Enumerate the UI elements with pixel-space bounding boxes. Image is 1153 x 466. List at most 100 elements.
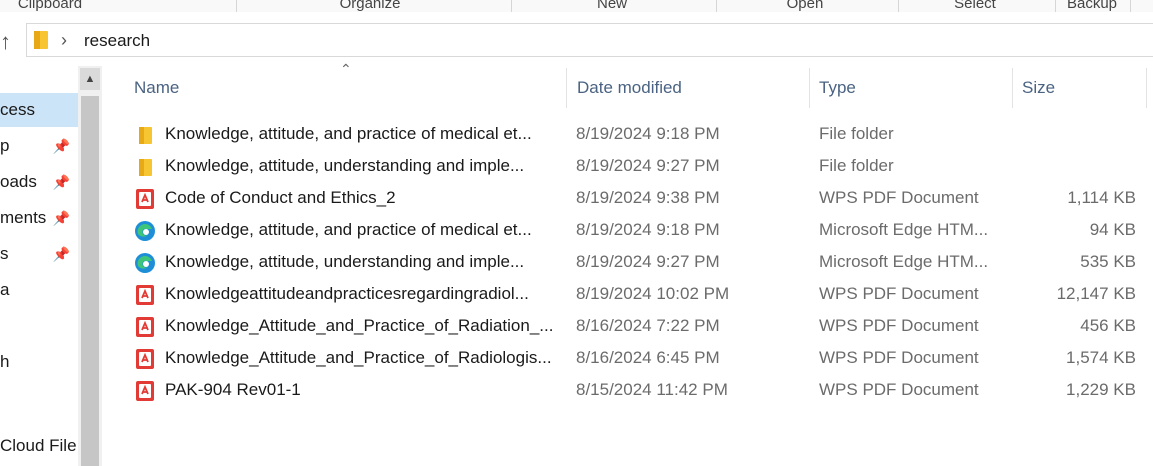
file-name: Knowledgeattitudeandpracticesregardingra… <box>165 284 529 303</box>
file-name: Knowledge, attitude, understanding and i… <box>165 156 525 175</box>
file-name: Knowledge, attitude, and practice of med… <box>165 220 532 239</box>
sort-ascending-icon: ⌃ <box>340 61 352 77</box>
file-type: WPS PDF Document <box>819 284 979 303</box>
edge-icon <box>135 253 155 273</box>
pin-icon: 📌 <box>52 210 70 226</box>
nav-item-h[interactable]: h <box>0 345 78 379</box>
ribbon-group-organize: Organize <box>339 0 401 12</box>
scrollbar-thumb[interactable] <box>81 96 99 466</box>
edge-icon <box>135 221 155 241</box>
ribbon-group-new: New <box>596 0 627 12</box>
pdf-icon <box>136 189 154 209</box>
scroll-up-icon[interactable]: ▲ <box>80 68 100 90</box>
ribbon-separator <box>1055 0 1056 12</box>
navigation-pane: cess p 📌 oads 📌 ments 📌 s 📌 a h Cloud Fi… <box>0 66 78 466</box>
file-type: Microsoft Edge HTM... <box>819 252 989 271</box>
column-divider[interactable] <box>1146 68 1147 108</box>
ribbon-group-labels: Clipboard Organize New Open Select Backu… <box>0 0 1153 12</box>
file-name: Knowledge_Attitude_and_Practice_of_Radia… <box>165 316 554 335</box>
pin-icon: 📌 <box>52 174 70 190</box>
file-size: 535 KB <box>1080 252 1136 271</box>
ribbon-group-select: Select <box>954 0 996 12</box>
ribbon-separator <box>511 0 512 12</box>
pin-icon: 📌 <box>52 138 70 154</box>
nav-item-label: cess <box>0 100 35 119</box>
nav-item-downloads[interactable]: oads 📌 <box>0 165 78 199</box>
file-name: Knowledge, attitude, understanding and i… <box>165 252 525 271</box>
file-type: File folder <box>819 156 894 175</box>
column-divider[interactable] <box>809 68 810 108</box>
file-date: 8/19/2024 9:27 PM <box>576 252 720 271</box>
ribbon-separator <box>898 0 899 12</box>
file-row[interactable]: Knowledge_Attitude_and_Practice_of_Radia… <box>108 310 1153 342</box>
file-row[interactable]: Code of Conduct and Ethics_2 8/19/2024 9… <box>108 182 1153 214</box>
breadcrumb-research[interactable]: research <box>84 30 150 52</box>
file-size: 456 KB <box>1080 316 1136 335</box>
file-name: Knowledge, attitude, and practice of med… <box>165 124 532 143</box>
chevron-right-icon[interactable]: › <box>61 28 67 52</box>
file-row[interactable]: Knowledge, attitude, understanding and i… <box>108 150 1153 182</box>
ribbon-separator <box>1130 0 1131 12</box>
file-date: 8/19/2024 9:38 PM <box>576 188 720 207</box>
file-name: Knowledge_Attitude_and_Practice_of_Radio… <box>165 348 552 367</box>
file-name: Code of Conduct and Ethics_2 <box>165 188 396 207</box>
file-date: 8/19/2024 9:27 PM <box>576 156 720 175</box>
file-date: 8/15/2024 11:42 PM <box>576 380 728 399</box>
nav-item-label: s <box>0 244 9 263</box>
nav-item-label: oads <box>0 172 37 191</box>
nav-item-cloud-files[interactable]: Cloud File <box>0 429 78 463</box>
nav-item-label: h <box>0 352 10 371</box>
folder-icon <box>139 127 152 144</box>
file-size: 12,147 KB <box>1056 284 1136 303</box>
file-type: Microsoft Edge HTM... <box>819 220 989 239</box>
file-size: 1,574 KB <box>1066 348 1136 367</box>
nav-item-documents[interactable]: ments 📌 <box>0 201 78 235</box>
pdf-icon <box>136 285 154 305</box>
ribbon-group-backup: Backup <box>1066 0 1118 12</box>
nav-item-label: Cloud File <box>0 436 77 455</box>
file-date: 8/19/2024 9:18 PM <box>576 124 720 143</box>
column-header-name[interactable]: Name <box>134 68 179 108</box>
file-date: 8/19/2024 9:18 PM <box>576 220 720 239</box>
column-header-size[interactable]: Size <box>1022 68 1055 108</box>
file-row[interactable]: Knowledgeattitudeandpracticesregardingra… <box>108 278 1153 310</box>
file-type: WPS PDF Document <box>819 316 979 335</box>
file-date: 8/16/2024 6:45 PM <box>576 348 720 367</box>
file-row[interactable]: Knowledge_Attitude_and_Practice_of_Radio… <box>108 342 1153 374</box>
nav-item-label: a <box>0 280 10 299</box>
column-divider[interactable] <box>566 68 567 108</box>
up-arrow-icon[interactable]: ↑ <box>0 28 20 56</box>
column-header-date-modified[interactable]: Date modified <box>577 68 682 108</box>
nav-item-desktop[interactable]: p 📌 <box>0 129 78 163</box>
file-type: File folder <box>819 124 894 143</box>
file-row[interactable]: PAK-904 Rev01-1 8/15/2024 11:42 PM WPS P… <box>108 374 1153 406</box>
pdf-icon <box>136 317 154 337</box>
file-row[interactable]: Knowledge, attitude, and practice of med… <box>108 118 1153 150</box>
file-type: WPS PDF Document <box>819 188 979 207</box>
nav-pane-scrollbar[interactable]: ▲ <box>78 66 102 466</box>
file-row[interactable]: Knowledge, attitude, and practice of med… <box>108 214 1153 246</box>
file-size: 1,114 KB <box>1067 188 1136 207</box>
file-name: PAK-904 Rev01-1 <box>165 380 301 399</box>
nav-item-label: ments <box>0 208 47 227</box>
ribbon-separator <box>236 0 237 12</box>
ribbon-group-open: Open <box>786 0 824 12</box>
pdf-icon <box>136 349 154 369</box>
nav-item-a[interactable]: a <box>0 273 78 307</box>
file-size: 1,229 KB <box>1066 380 1136 399</box>
file-type: WPS PDF Document <box>819 380 979 399</box>
pdf-icon <box>136 381 154 401</box>
address-bar[interactable]: › research <box>26 23 1153 57</box>
file-size: 94 KB <box>1089 220 1136 239</box>
column-divider[interactable] <box>1012 68 1013 108</box>
file-date: 8/19/2024 10:02 PM <box>576 284 730 303</box>
nav-item-quick-access[interactable]: cess <box>0 93 78 127</box>
nav-item-pictures[interactable]: s 📌 <box>0 237 78 271</box>
ribbon-group-clipboard: Clipboard <box>17 0 83 12</box>
column-header-type[interactable]: Type <box>819 68 856 108</box>
nav-item-label: p <box>0 136 10 155</box>
file-row[interactable]: Knowledge, attitude, understanding and i… <box>108 246 1153 278</box>
pin-icon: 📌 <box>52 246 70 262</box>
folder-icon <box>139 159 152 176</box>
file-type: WPS PDF Document <box>819 348 979 367</box>
